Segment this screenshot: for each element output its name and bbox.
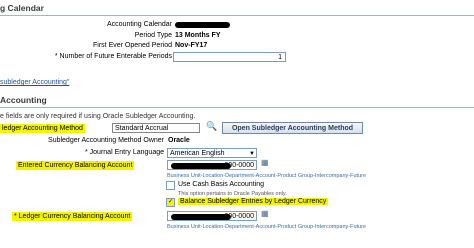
entered-balancing-redacted — [171, 163, 231, 169]
entered-balancing-input[interactable]: 000-0000 — [167, 160, 257, 170]
journal-language-label: * Journal Entry Language — [85, 149, 164, 156]
cash-basis-checkbox[interactable] — [166, 181, 175, 190]
journal-language-value: American English — [170, 150, 225, 157]
journal-language-select[interactable]: American English ▼ — [167, 148, 257, 158]
account-picker-icon[interactable]: ▦ — [261, 158, 269, 167]
accounting-section-title: Accounting — [0, 95, 47, 105]
first-opened-period-label: First Ever Opened Period — [93, 42, 172, 49]
accounting-method-label: ledger Accounting Method — [0, 124, 85, 133]
method-owner-label: Subledger Accounting Method Owner — [48, 137, 164, 144]
accounting-calendar-label: Accounting Calendar — [107, 21, 172, 28]
subledger-accounting-link[interactable]: subledger Accounting" — [0, 79, 69, 86]
future-periods-label: * Number of Future Enterable Periods — [54, 53, 172, 60]
ledger-balancing-redacted — [171, 214, 231, 220]
segment-hint: Business Unit-Location-Department-Accoun… — [167, 173, 367, 179]
method-owner-value: Oracle — [168, 137, 190, 144]
search-icon[interactable]: 🔍 — [206, 121, 217, 132]
ledger-balancing-label: * Ledger Currency Balancing Account — [12, 212, 133, 221]
accounting-calendar-redacted — [175, 22, 230, 28]
open-subledger-method-button[interactable]: Open Subledger Accounting Method — [222, 122, 363, 134]
cash-basis-label: Use Cash Basis Accounting — [178, 181, 264, 188]
ledger-balancing-input[interactable]: 000-0000 — [167, 211, 257, 221]
entered-balancing-label: Entered Currency Balancing Account — [16, 161, 135, 170]
calendar-section-title: g Calendar — [0, 3, 44, 13]
balance-subledger-checkbox[interactable]: ✓ — [166, 198, 175, 207]
accounting-method-input[interactable]: Standard Accrual — [112, 123, 200, 133]
period-type-label: Period Type — [134, 32, 172, 39]
future-periods-input[interactable]: 1 — [173, 52, 286, 62]
info-text: e fields are only required if using Orac… — [0, 113, 196, 120]
calendar-section-header: g Calendar — [0, 3, 474, 16]
balance-subledger-label: Balance Subledger Entries by Ledger Curr… — [178, 198, 329, 205]
first-opened-period-value: Nov-FY17 — [175, 42, 208, 49]
account-picker-icon-2[interactable]: ▦ — [261, 209, 269, 218]
cash-basis-note: This option pertains to Oracle Payables … — [178, 191, 287, 197]
segment-hint-2: Business Unit-Location-Department-Accoun… — [167, 224, 367, 230]
chevron-down-icon: ▼ — [249, 151, 255, 157]
accounting-section-header: Accounting — [0, 95, 474, 108]
period-type-value: 13 Months FY — [175, 32, 221, 39]
